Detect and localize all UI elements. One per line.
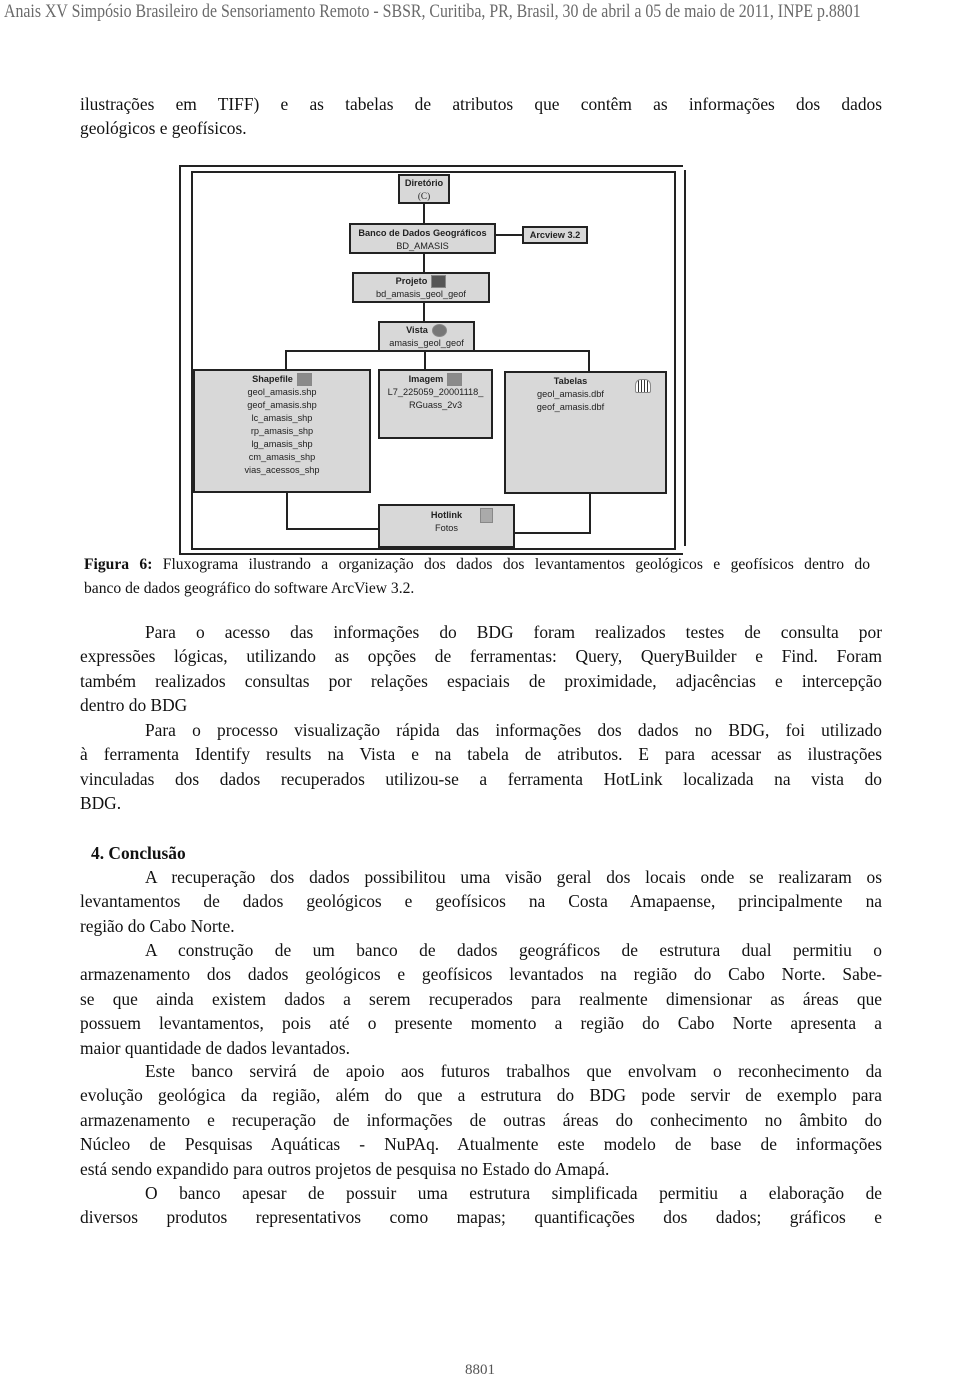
text-line: diversos produtos representativos como m… xyxy=(80,1207,882,1228)
connector xyxy=(423,203,425,223)
text-line: geológicos e geofísicos. xyxy=(80,118,247,138)
node-arcview: Arcview 3.2 xyxy=(522,226,588,244)
node-tabelas: Tabelas geol_amasis.dbf geof_amasis.dbf xyxy=(504,371,667,494)
text-line: ilustrações em TIFF) e as tabelas de atr… xyxy=(80,94,882,114)
node-subtitle: Fotos xyxy=(435,523,458,533)
text-line: maior quantidade de dados levantados. xyxy=(80,1037,350,1058)
text-line: possuem levantamentos, pois até o presen… xyxy=(80,1013,882,1034)
text-line: vinculadas dos dados recuperados utilizo… xyxy=(80,768,882,789)
node-title: Banco de Dados Geográficos xyxy=(358,228,487,238)
connector xyxy=(423,253,425,272)
node-item: lc_amasis_shp xyxy=(251,413,313,424)
text-line: O banco apesar de possuir uma estrutura … xyxy=(145,1183,882,1203)
page-number: 8801 xyxy=(465,1362,495,1378)
magnifier-icon xyxy=(431,275,447,289)
node-subtitle: amasis_geol_geof xyxy=(389,338,464,349)
node-item: RGuass_2v3 xyxy=(408,400,463,411)
text-line: armazenamento e recuperação de informaçõ… xyxy=(80,1109,882,1130)
connector xyxy=(588,350,590,371)
node-item: geof_amasis.dbf xyxy=(536,402,605,412)
table-icon xyxy=(635,379,651,393)
text-line: BDG. xyxy=(80,793,122,814)
node-item: vias_acessos_shp xyxy=(244,465,320,476)
node-diretorio: Diretório (C) xyxy=(398,174,450,204)
text-line: Para o acesso das informações do BDG for… xyxy=(145,622,882,642)
text-line: dentro do BDG xyxy=(80,695,188,716)
node-vista: Vista amasis_geol_geof xyxy=(378,321,475,352)
connector xyxy=(515,532,591,534)
node-item: geof_amasis.shp xyxy=(247,400,317,411)
hotlink-icon xyxy=(480,508,493,523)
figure-caption-line: banco de dados geográfico do software Ar… xyxy=(84,580,415,597)
text-line: expressões lógicas, utilizando as opções… xyxy=(80,646,882,667)
node-subtitle: BD_AMASIS xyxy=(396,241,449,251)
node-title: Imagem xyxy=(408,374,444,384)
node-item: geol_amasis.shp xyxy=(247,387,317,398)
node-projeto: Projeto bd_amasis_geol_geof xyxy=(352,272,490,303)
image-icon xyxy=(296,373,312,387)
text-line: está sendo expandido para outros projeto… xyxy=(80,1158,610,1179)
text-line: Núcleo de Pesquisas Aquáticas - NuPAq. A… xyxy=(80,1134,882,1155)
node-item: geol_amasis.dbf xyxy=(537,389,604,399)
connector xyxy=(496,234,522,236)
text-line: Este banco servirá de apoio aos futuros … xyxy=(145,1061,882,1081)
eye-icon xyxy=(431,324,447,338)
caption-text: Fluxograma ilustrando a organização dos … xyxy=(152,556,870,573)
node-title: Vista xyxy=(406,325,428,335)
node-item: rp_amasis_shp xyxy=(250,426,314,437)
node-item: cm_amasis_shp xyxy=(248,452,316,463)
image-icon xyxy=(447,373,463,387)
text-line: armazenamento dos dados geológicos e geo… xyxy=(80,964,882,985)
node-imagem: Imagem L7_225059_20001118_ RGuass_2v3 xyxy=(378,369,493,439)
figure-caption-line: Figura 6: Fluxograma ilustrando a organi… xyxy=(84,553,870,577)
caption-label: Figura 6: xyxy=(84,556,153,573)
text-line: levantamentos de dados geológicos e geof… xyxy=(80,891,882,912)
node-title: Tabelas xyxy=(553,376,588,386)
node-title: Hotlink xyxy=(430,510,463,520)
connector xyxy=(424,350,426,369)
section-heading: 4. Conclusão xyxy=(91,843,186,863)
text-line: evolução geológica da região, além do qu… xyxy=(80,1085,882,1106)
connector xyxy=(285,350,287,369)
connector xyxy=(589,493,591,534)
node-subtitle: (C) xyxy=(417,191,431,201)
node-subtitle: bd_amasis_geol_geof xyxy=(376,289,466,300)
node-title: Projeto xyxy=(395,276,428,286)
node-item: L7_225059_20001118_ xyxy=(387,387,484,398)
text-line: Para o processo visualização rápida das … xyxy=(145,720,882,740)
text-line: se que ainda existem dados a serem recup… xyxy=(80,988,882,1009)
text-line: A recuperação dos dados possibilitou uma… xyxy=(145,867,882,887)
frame-right-edge xyxy=(684,170,686,546)
node-banco: Banco de Dados Geográficos BD_AMASIS xyxy=(349,223,496,254)
text-line: região do Cabo Norte. xyxy=(80,915,235,936)
connector xyxy=(423,302,425,321)
text-line: A construção de um banco de dados geográ… xyxy=(145,940,882,960)
node-shapefile: Shapefile geol_amasis.shp geof_amasis.sh… xyxy=(193,369,371,493)
connector xyxy=(286,492,288,530)
document-page: Anais XV Simpósio Brasileiro de Sensoria… xyxy=(0,0,960,1381)
node-hotlink: Hotlink Fotos xyxy=(378,504,515,548)
node-title: Arcview 3.2 xyxy=(529,230,581,240)
node-title: Diretório xyxy=(404,178,444,188)
node-item: lg_amasis_shp xyxy=(251,439,313,450)
text-line: à ferramenta Identify results na Vista e… xyxy=(80,744,882,765)
node-title: Shapefile xyxy=(252,374,293,384)
connector xyxy=(286,528,378,530)
running-header: Anais XV Simpósio Brasileiro de Sensoria… xyxy=(4,1,861,22)
text-line: também realizados consultas por relações… xyxy=(80,670,882,691)
